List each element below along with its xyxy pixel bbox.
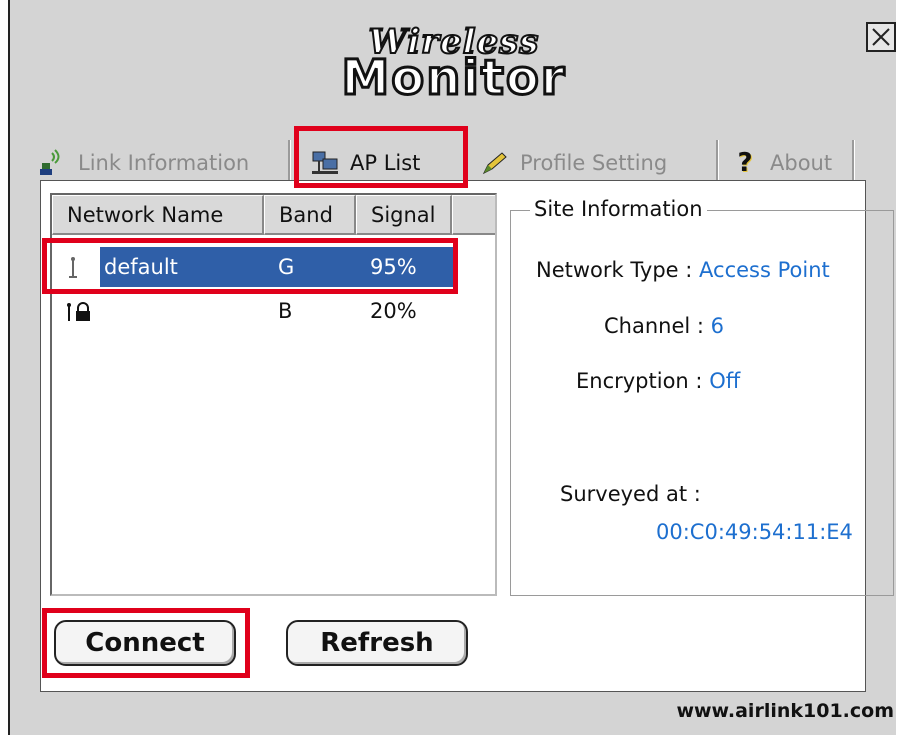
tab-about[interactable]: ? About <box>730 146 832 180</box>
encryption-label: Encryption : <box>576 369 703 393</box>
ap-list-table[interactable]: Network Name Band Signal default G 95% B… <box>50 193 497 596</box>
surveyed-at-value: 00:C0:49:54:11:E4 <box>656 520 853 544</box>
network-type-value: Access Point <box>699 258 830 282</box>
wireless-monitor-window: Wireless Monitor Link Information AP Lis… <box>8 0 896 735</box>
network-type: Network Type : Access Point <box>536 258 830 282</box>
logo-monitor: Monitor <box>340 49 567 108</box>
site-information-title: Site Information <box>530 197 707 221</box>
encryption: Encryption : Off <box>576 369 740 393</box>
encryption-value: Off <box>709 369 741 393</box>
column-network-name[interactable]: Network Name <box>52 195 264 235</box>
signal: 95% <box>370 255 417 279</box>
tab-ap-list[interactable]: AP List <box>310 146 420 180</box>
connect-button[interactable]: Connect <box>54 620 236 666</box>
table-row-default[interactable]: default G 95% <box>52 247 495 287</box>
network-computers-icon <box>310 149 340 177</box>
tab-label-ap-list: AP List <box>350 151 421 175</box>
close-icon <box>872 28 890 46</box>
tab-divider <box>288 140 291 184</box>
band: G <box>278 255 295 279</box>
channel: Channel : 6 <box>604 314 724 338</box>
question-icon: ? <box>737 148 753 178</box>
close-button[interactable] <box>866 22 896 52</box>
surveyed-at-label: Surveyed at : <box>560 482 701 506</box>
ap-list-header: Network Name Band Signal <box>52 195 495 235</box>
tab-divider <box>852 140 855 184</box>
footer-url: www.airlink101.com <box>676 700 894 722</box>
band: B <box>278 299 293 323</box>
tab-label-link-information: Link Information <box>78 151 250 175</box>
refresh-button[interactable]: Refresh <box>286 620 468 666</box>
column-band[interactable]: Band <box>264 195 356 235</box>
column-signal[interactable]: Signal <box>356 195 452 235</box>
tab-profile-setting[interactable]: Profile Setting <box>480 146 667 180</box>
access-point-lock-icon <box>64 291 94 331</box>
column-filler <box>452 195 495 235</box>
network-name: default <box>104 255 178 279</box>
tab-label-about: About <box>770 151 833 175</box>
mac-address: 00:C0:49:54:11:E4 <box>656 520 853 544</box>
channel-value: 6 <box>710 314 725 338</box>
signal-icon <box>38 149 68 177</box>
network-type-label: Network Type : <box>536 258 693 282</box>
tab-label-profile-setting: Profile Setting <box>520 151 668 175</box>
pencil-icon <box>480 149 510 177</box>
tab-divider <box>716 140 719 184</box>
signal: 20% <box>370 299 417 323</box>
table-row-locked[interactable]: B 20% <box>52 291 495 331</box>
channel-label: Channel : <box>604 314 704 338</box>
tab-link-information[interactable]: Link Information <box>38 146 249 180</box>
access-point-icon <box>66 247 80 287</box>
